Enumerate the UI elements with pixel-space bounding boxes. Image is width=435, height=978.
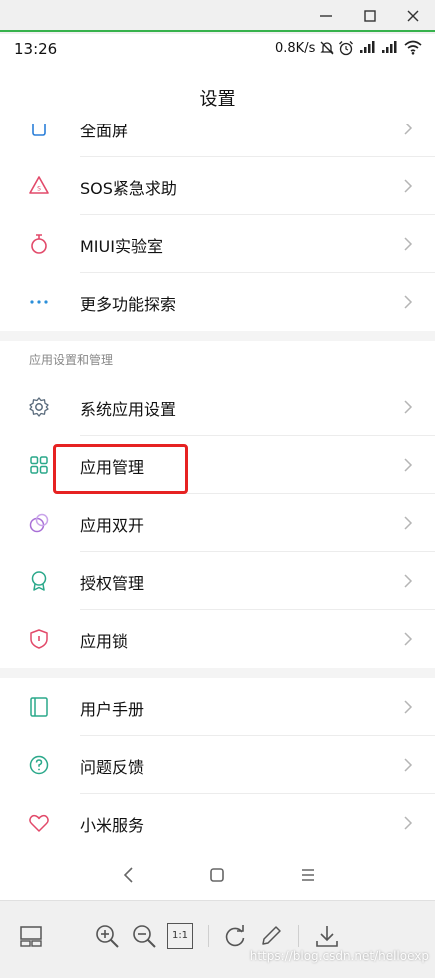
status-bar: 13:26 0.8K/s [0, 34, 435, 64]
thumbnails-icon[interactable] [18, 923, 44, 949]
wifi-icon [404, 40, 422, 55]
list-item-more-features[interactable]: 更多功能探索 [0, 273, 435, 331]
chevron-right-icon [404, 632, 413, 646]
list-item-label: 更多功能探索 [80, 295, 177, 314]
svg-text:S: S [37, 186, 41, 193]
heart-icon [29, 814, 49, 832]
chevron-right-icon [404, 758, 413, 772]
window-titlebar [0, 0, 435, 32]
list-item-label: MIUI实验室 [80, 237, 163, 256]
pencil-icon[interactable] [258, 923, 284, 949]
dual-apps-icon [29, 513, 49, 533]
list-item-xiaomi-service[interactable]: 小米服务 [0, 794, 435, 852]
sos-icon: S [29, 176, 49, 194]
list-item-sos[interactable]: S SOS紧急求助 [0, 157, 435, 215]
apps-grid-icon [30, 456, 48, 474]
toolbar-separator [298, 925, 299, 947]
zoom-out-icon[interactable] [131, 923, 157, 949]
list-item-user-manual[interactable]: 用户手册 [0, 678, 435, 736]
chevron-right-icon [404, 237, 413, 251]
list-item-label: 应用管理 [80, 458, 145, 477]
home-icon[interactable] [205, 864, 229, 886]
toolbar-separator [208, 925, 209, 947]
zoom-in-icon[interactable] [94, 923, 120, 949]
chevron-right-icon [404, 574, 413, 588]
page-title: 设置 [199, 89, 236, 110]
phone-nav-bar [0, 850, 435, 900]
close-icon[interactable] [401, 4, 425, 28]
rotate-icon[interactable] [222, 923, 248, 949]
flask-icon [31, 234, 47, 254]
chevron-right-icon [404, 700, 413, 714]
shield-icon [30, 629, 48, 649]
alarm-icon [339, 41, 353, 56]
list-item-label: 问题反馈 [80, 758, 145, 777]
minimize-icon[interactable] [314, 4, 338, 28]
chevron-right-icon [404, 295, 413, 309]
chevron-right-icon [404, 516, 413, 530]
list-item-app-lock[interactable]: 应用锁 [0, 610, 435, 668]
gear-icon [29, 397, 49, 417]
maximize-icon[interactable] [358, 4, 382, 28]
mute-bell-icon [320, 41, 334, 55]
chevron-right-icon [404, 400, 413, 414]
section-header: 应用设置和管理 [0, 341, 435, 377]
list-item-label: 小米服务 [80, 816, 145, 835]
menu-icon[interactable] [296, 864, 320, 886]
section-title: 应用设置和管理 [29, 353, 114, 367]
back-icon[interactable] [117, 864, 141, 886]
download-icon[interactable] [314, 923, 340, 949]
list-item-label: 应用双开 [80, 516, 145, 535]
list-item-label: 应用锁 [80, 632, 129, 651]
more-dots-icon [30, 300, 48, 304]
chevron-right-icon [404, 458, 413, 472]
book-icon [30, 697, 48, 717]
list-item-app-management[interactable]: 应用管理 [0, 436, 435, 494]
section-gap [0, 668, 435, 678]
chevron-right-icon [404, 179, 413, 193]
section-gap [0, 331, 435, 341]
signal-icon [360, 41, 375, 53]
actual-size-button[interactable]: 1:1 [167, 923, 193, 949]
list-item-miui-lab[interactable]: MIUI实验室 [0, 215, 435, 273]
list-item-permissions[interactable]: 授权管理 [0, 552, 435, 610]
list-item-dual-apps[interactable]: 应用双开 [0, 494, 435, 552]
chevron-right-icon [404, 816, 413, 830]
list-item-label: 系统应用设置 [80, 400, 177, 419]
list-item-system-app-settings[interactable]: 系统应用设置 [0, 378, 435, 436]
network-speed: 0.8K/s [275, 41, 316, 56]
list-item-label: 用户手册 [80, 700, 145, 719]
viewer-toolbar: 1:1 https://blog.csdn.net/helloexp [0, 900, 435, 978]
list-item-feedback[interactable]: 问题反馈 [0, 736, 435, 794]
status-time: 13:26 [14, 40, 58, 58]
watermark: https://blog.csdn.net/helloexp [249, 949, 429, 963]
badge-icon [31, 571, 47, 591]
list-item-label: 授权管理 [80, 574, 145, 593]
list-item-label: SOS紧急求助 [80, 179, 177, 198]
question-icon [29, 755, 49, 775]
signal-icon-2 [382, 41, 397, 53]
